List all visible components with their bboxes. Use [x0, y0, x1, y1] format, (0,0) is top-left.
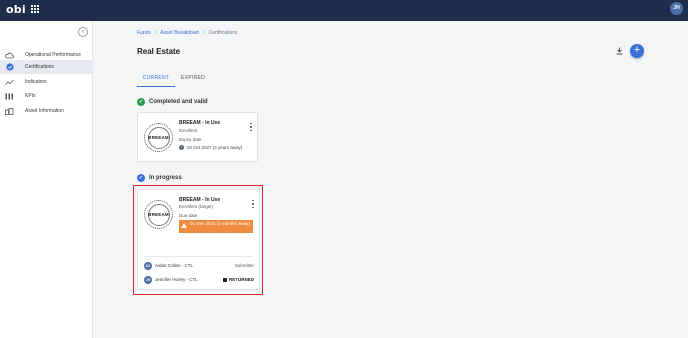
breadcrumb-asset-breakdown[interactable]: Asset Breakdown — [160, 30, 199, 36]
sidebar: ‹ Operational Performance Certifications… — [0, 21, 93, 338]
check-circle-icon — [5, 63, 14, 72]
more-options-icon[interactable] — [248, 123, 254, 131]
section-title: Completed and valid — [149, 99, 208, 105]
check-circle-icon: ✓ — [137, 98, 145, 106]
breeam-seal-icon: BREEAM — [144, 123, 173, 152]
breadcrumb-current: Certifications — [208, 30, 238, 36]
sidebar-item-asset-information[interactable]: Asset Information — [0, 104, 93, 118]
card-rating: Excellent — [179, 128, 198, 133]
collapse-sidebar-button[interactable]: ‹ — [78, 27, 88, 37]
section-completed: ✓ Completed and valid — [137, 98, 208, 106]
trend-line-icon — [5, 78, 14, 87]
section-title: In progress — [149, 175, 182, 181]
tab-bar: CURRENT EXPIRED — [137, 73, 347, 87]
sidebar-item-certifications[interactable]: Certifications — [0, 60, 93, 74]
bars-icon — [5, 92, 14, 101]
app-logo[interactable]: obi — [6, 3, 26, 16]
add-certification-button[interactable]: + — [630, 44, 644, 58]
breadcrumb-separator: / — [154, 30, 157, 36]
certification-card[interactable]: BREEAM BREEAM - In Use Excellent Expiry … — [137, 112, 258, 162]
sidebar-item-label: Indicators — [25, 79, 47, 85]
tab-expired[interactable]: EXPIRED — [179, 73, 207, 87]
sidebar-item-label: Certifications — [25, 64, 54, 70]
breadcrumb-separator: / — [203, 30, 205, 36]
card-date-label: Expiry date — [179, 137, 202, 142]
page-title: Real Estate — [137, 47, 181, 56]
download-icon[interactable] — [614, 46, 624, 56]
main-content: Funds / Asset Breakdown / Certifications Rea… — [93, 21, 688, 338]
apps-grid-icon[interactable] — [31, 5, 39, 13]
cloud-icon — [5, 51, 14, 60]
top-bar: obi JH — [0, 0, 688, 21]
section-in-progress: ✓ In progress — [137, 174, 182, 182]
highlight-box — [133, 185, 263, 295]
sidebar-item-indicators[interactable]: Indicators — [0, 75, 93, 89]
sidebar-item-label: KPIs — [25, 93, 36, 99]
sidebar-item-label: Operational Performance — [25, 52, 81, 58]
sidebar-item-label: Asset Information — [25, 108, 64, 114]
check-circle-icon: ✓ — [137, 174, 145, 182]
expiry-date-row: i 02 Oct 2027 (3 years away) — [179, 145, 242, 150]
building-icon — [5, 107, 14, 116]
info-icon: i — [179, 145, 184, 150]
card-title: BREEAM - In Use — [179, 120, 221, 126]
expiry-date: 02 Oct 2027 (3 years away) — [187, 145, 243, 150]
sidebar-item-kpis[interactable]: KPIs — [0, 89, 93, 103]
breadcrumb: Funds / Asset Breakdown / Certifications — [137, 30, 238, 36]
breadcrumb-funds[interactable]: Funds — [137, 30, 151, 36]
user-avatar[interactable]: JH — [670, 2, 683, 15]
tab-current[interactable]: CURRENT — [137, 73, 175, 87]
